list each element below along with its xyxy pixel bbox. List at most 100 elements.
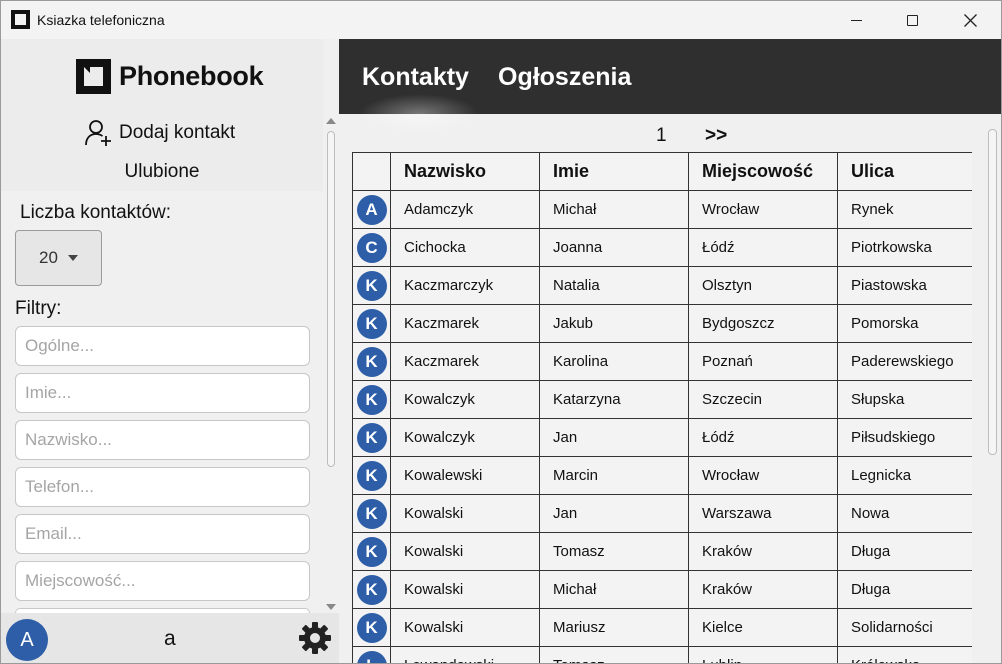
scrollbar-thumb[interactable]	[327, 131, 335, 467]
avatar-cell: K	[352, 456, 391, 495]
close-icon	[963, 13, 977, 27]
table-row[interactable]: K Kowalczyk Jan Łódź Piłsudskiego	[352, 418, 972, 457]
street-cell: Piłsudskiego	[837, 418, 972, 457]
contact-avatar[interactable]: K	[356, 574, 387, 605]
avatar-cell: K	[352, 418, 391, 457]
contact-count-select[interactable]: 20	[15, 230, 102, 286]
column-header-last-name[interactable]: Nazwisko	[390, 152, 540, 191]
last-name-cell: Kowalski	[390, 494, 540, 533]
table-row[interactable]: K Kowalski Mariusz Kielce Solidarności	[352, 608, 972, 647]
contact-avatar[interactable]: K	[356, 346, 387, 377]
last-name-cell: Kowalczyk	[390, 418, 540, 457]
avatar-cell: K	[352, 532, 391, 571]
table-row[interactable]: LLewandowskiTomaszLublinKrólewska	[352, 646, 972, 663]
filter-email-input[interactable]	[15, 514, 310, 554]
city-cell: Łódź	[688, 228, 838, 267]
street-cell: Rynek	[837, 190, 972, 229]
scrollbar-thumb[interactable]	[988, 129, 997, 455]
contact-avatar[interactable]: K	[356, 270, 387, 301]
contact-avatar[interactable]: K	[356, 536, 387, 567]
tab-contacts[interactable]: Kontakty	[362, 63, 469, 92]
contact-avatar[interactable]: K	[356, 460, 387, 491]
logo: Phonebook	[76, 59, 264, 94]
table-scrollbar[interactable]	[985, 129, 1001, 663]
column-header-street[interactable]: Ulica	[837, 152, 972, 191]
avatar-cell: K	[352, 494, 391, 533]
sidebar: Phonebook Dodaj kontakt Ulubione Liczba …	[1, 39, 339, 663]
last-name-cell: Kaczmarek	[390, 342, 540, 381]
avatar-cell: K	[352, 342, 391, 381]
table-row[interactable]: A Adamczyk Michał Wrocław Rynek	[352, 190, 972, 229]
add-contact-button[interactable]: Dodaj kontakt	[85, 119, 235, 147]
top-navigation: Kontakty Ogłoszenia	[339, 39, 1001, 134]
last-name-cell: Cichocka	[390, 228, 540, 267]
street-cell: Królewska	[837, 646, 972, 663]
street-cell: Paderewskiego	[837, 342, 972, 381]
last-name-cell: Kowalski	[390, 570, 540, 609]
contact-avatar[interactable]: C	[356, 232, 387, 263]
first-name-cell: Tomasz	[539, 532, 689, 571]
last-name-cell: Kowalski	[390, 608, 540, 647]
last-name-cell: Kaczmarczyk	[390, 266, 540, 305]
contact-avatar[interactable]: K	[356, 308, 387, 339]
scroll-up-icon[interactable]	[326, 118, 336, 124]
first-name-cell: Tomasz	[539, 646, 689, 663]
city-cell: Wrocław	[688, 190, 838, 229]
contact-avatar[interactable]: K	[356, 498, 387, 529]
filter-last-name-input[interactable]	[15, 420, 310, 460]
street-cell: Długa	[837, 532, 972, 571]
avatar-cell: K	[352, 608, 391, 647]
city-cell: Bydgoszcz	[688, 304, 838, 343]
sidebar-scrollbar[interactable]	[323, 115, 339, 613]
avatar-cell: K	[352, 570, 391, 609]
contact-avatar[interactable]: K	[356, 422, 387, 453]
filter-first-name-input[interactable]	[15, 373, 310, 413]
contact-count-label: Liczba kontaktów:	[20, 202, 172, 223]
next-page-button[interactable]: >>	[705, 125, 727, 147]
contact-avatar[interactable]: K	[356, 384, 387, 415]
table-row[interactable]: C Cichocka Joanna Łódź Piotrkowska	[352, 228, 972, 267]
favorites-link[interactable]: Ulubione	[1, 161, 323, 183]
table-row[interactable]: K Kowalski Michał Kraków Długa	[352, 570, 972, 609]
table-row[interactable]: K Kaczmarek Jakub Bydgoszcz Pomorska	[352, 304, 972, 343]
maximize-button[interactable]	[889, 1, 935, 39]
last-name-cell: Kowalski	[390, 532, 540, 571]
city-cell: Wrocław	[688, 456, 838, 495]
street-cell: Pomorska	[837, 304, 972, 343]
contact-avatar[interactable]: K	[356, 612, 387, 643]
last-name-cell: Kaczmarek	[390, 304, 540, 343]
table-row[interactable]: K Kowalski Tomasz Kraków Długa	[352, 532, 972, 571]
table-row[interactable]: K Kowalewski Marcin Wrocław Legnicka	[352, 456, 972, 495]
contact-avatar[interactable]: A	[356, 194, 387, 225]
first-name-cell: Marcin	[539, 456, 689, 495]
gear-icon[interactable]	[298, 621, 332, 655]
first-name-cell: Jakub	[539, 304, 689, 343]
close-button[interactable]	[947, 1, 993, 39]
table-row[interactable]: K Kowalski Jan Warszawa Nowa	[352, 494, 972, 533]
avatar-cell: K	[352, 380, 391, 419]
last-name-cell: Adamczyk	[390, 190, 540, 229]
table-row[interactable]: K Kaczmarek Karolina Poznań Paderewskiego	[352, 342, 972, 381]
column-header-first-name[interactable]: Imie	[539, 152, 689, 191]
first-name-cell: Katarzyna	[539, 380, 689, 419]
avatar-cell: K	[352, 304, 391, 343]
minimize-button[interactable]	[833, 1, 879, 39]
filter-phone-input[interactable]	[15, 467, 310, 507]
table-header-row: Nazwisko Imie Miejscowość Ulica	[352, 152, 972, 191]
page-number[interactable]: 1	[656, 125, 667, 147]
street-cell: Nowa	[837, 494, 972, 533]
contact-avatar[interactable]: L	[356, 650, 387, 663]
active-tab-indicator	[359, 94, 479, 134]
user-avatar[interactable]: A	[6, 619, 48, 661]
chevron-down-icon	[67, 255, 78, 261]
first-name-cell: Karolina	[539, 342, 689, 381]
column-header-city[interactable]: Miejscowość	[688, 152, 838, 191]
table-row[interactable]: K Kaczmarczyk Natalia Olsztyn Piastowska	[352, 266, 972, 305]
tab-announcements[interactable]: Ogłoszenia	[498, 63, 631, 92]
scroll-down-icon[interactable]	[326, 604, 336, 610]
contact-count-value: 20	[39, 248, 58, 267]
filter-general-input[interactable]	[15, 326, 310, 366]
filter-city-input[interactable]	[15, 561, 310, 601]
street-cell: Piastowska	[837, 266, 972, 305]
table-row[interactable]: K Kowalczyk Katarzyna Szczecin Słupska	[352, 380, 972, 419]
